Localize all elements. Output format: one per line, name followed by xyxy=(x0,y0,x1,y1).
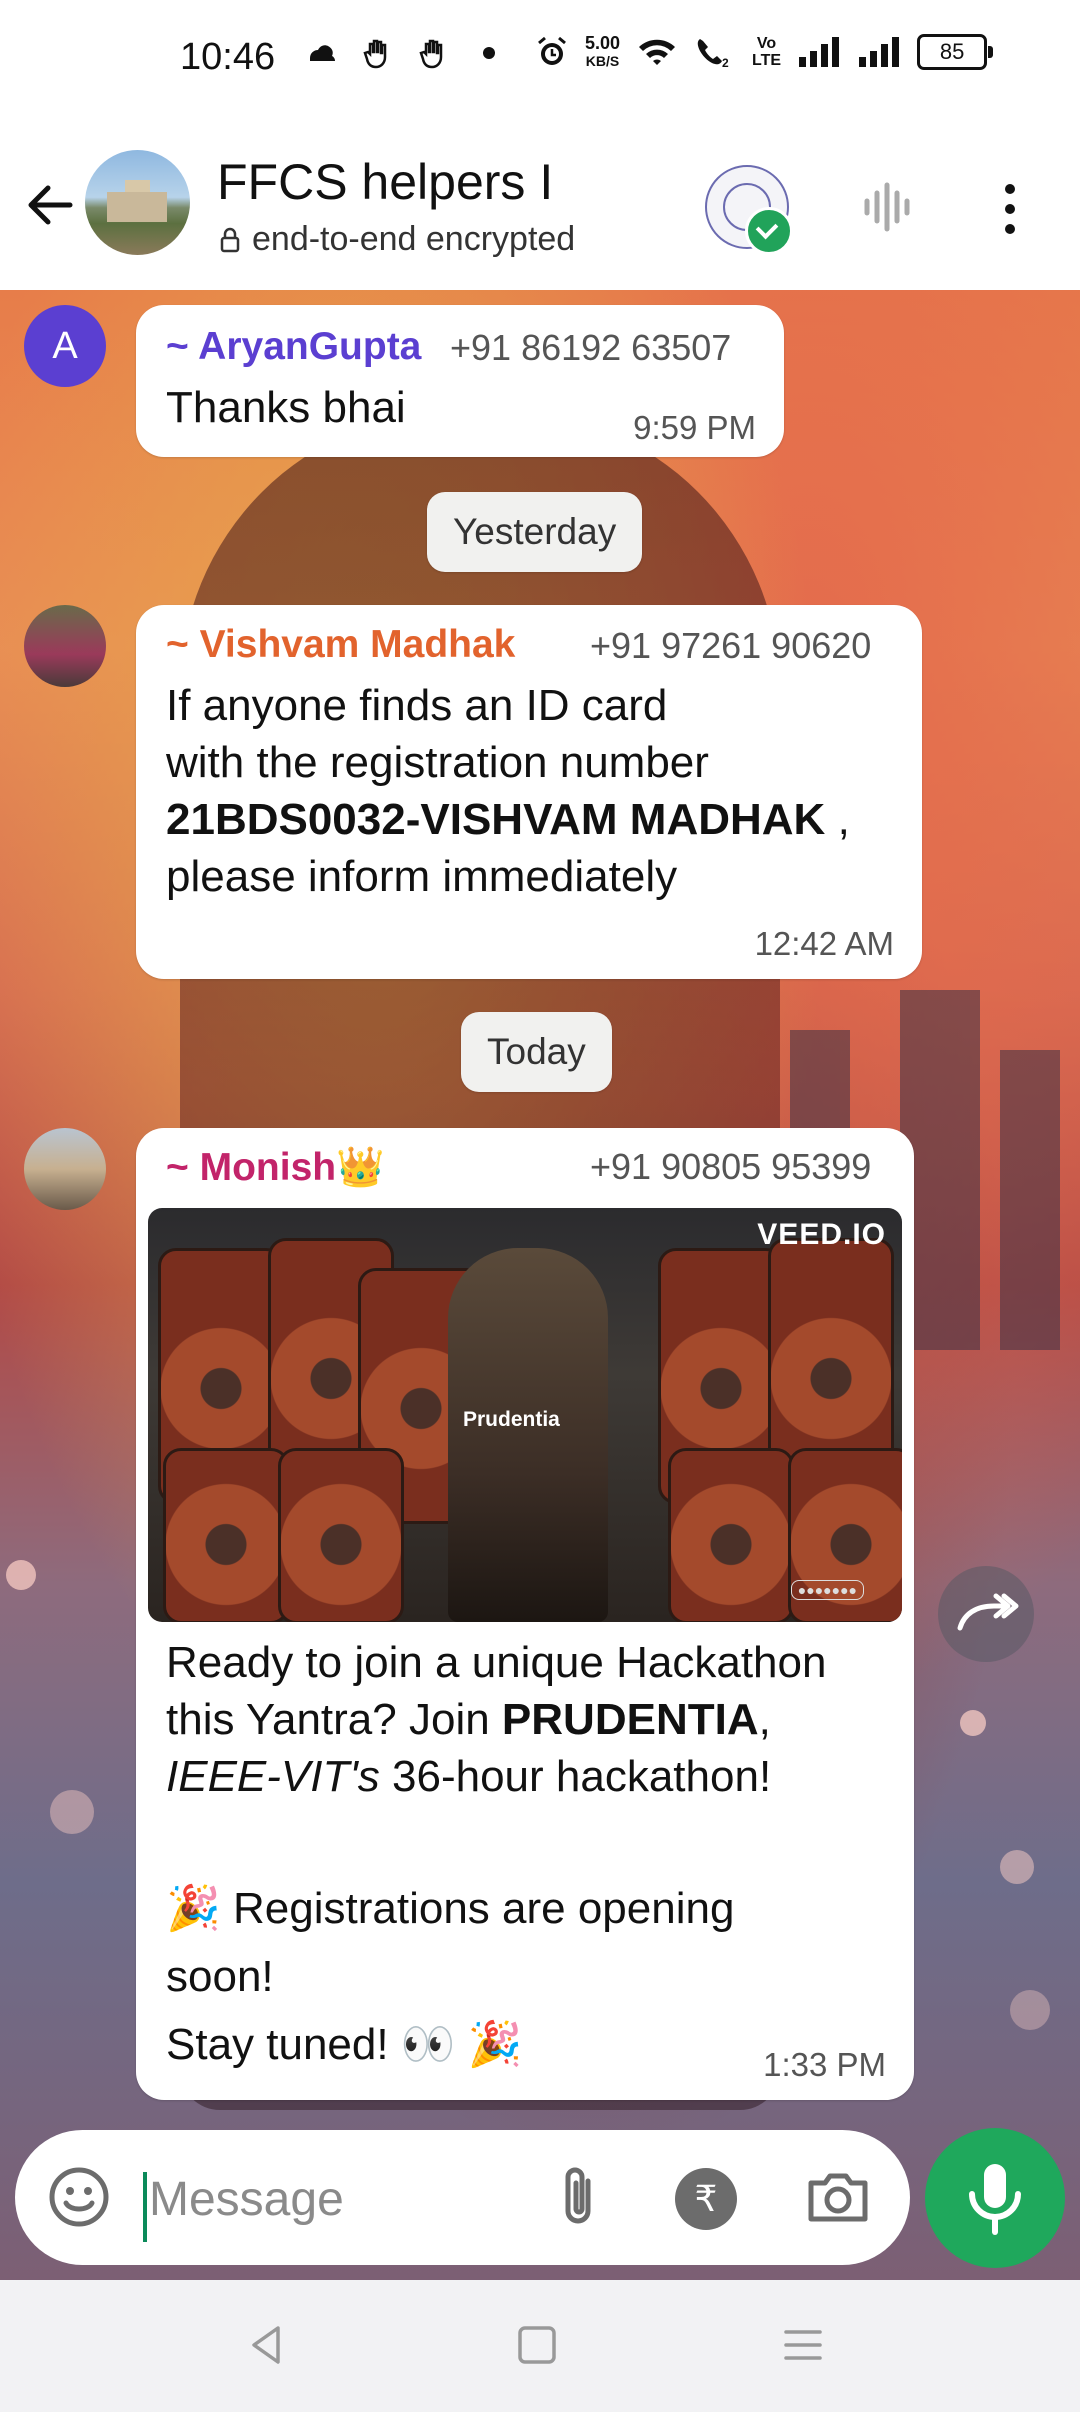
network-speed-value: 5.00 xyxy=(585,33,621,53)
message-line: 🎉 Registrations are opening xyxy=(166,1884,735,1933)
voice-message-button[interactable] xyxy=(925,2128,1065,2268)
date-chip-today: Today xyxy=(461,1012,612,1092)
alarm-icon xyxy=(538,36,566,65)
sender-phone: +91 97261 90620 xyxy=(590,625,872,666)
mic-icon xyxy=(969,2164,1021,2235)
group-avatar[interactable] xyxy=(85,150,190,255)
message-line-suffix: , xyxy=(758,1695,771,1744)
camera-icon[interactable] xyxy=(805,2165,871,2229)
sender-phone: +91 86192 63507 xyxy=(450,327,732,368)
encryption-label: end-to-end encrypted xyxy=(252,220,576,258)
message-bubble[interactable]: ~ Monish👑 +91 90805 95399 VEED.IO Pruden… xyxy=(136,1128,914,2100)
emoji-icon[interactable] xyxy=(47,2165,111,2229)
encryption-status[interactable]: end-to-end encrypted xyxy=(220,220,575,259)
message-time: 1:33 PM xyxy=(763,2046,886,2083)
hackathon-name: PRUDENTIA xyxy=(501,1695,759,1744)
svg-text:2: 2 xyxy=(722,56,729,69)
video-thumbnail[interactable]: VEED.IO Prudentia ●●●●●●● xyxy=(148,1208,902,1622)
forward-icon xyxy=(957,1593,1019,1631)
message-line: this Yantra? Join PRUDENTIA, xyxy=(166,1691,826,1748)
message-line: Ready to join a unique Hackathon xyxy=(166,1638,827,1687)
nav-back-icon[interactable] xyxy=(242,2320,292,2370)
hand-icon xyxy=(419,39,443,69)
avatar[interactable] xyxy=(24,605,106,687)
network-speed: 5.00 KB/S xyxy=(585,34,620,70)
message-composer: ₹ xyxy=(15,2130,910,2265)
signal-icon xyxy=(799,37,840,67)
message-line: If anyone finds an ID card xyxy=(166,681,668,730)
avatar[interactable]: A xyxy=(24,305,106,387)
lock-icon xyxy=(220,227,240,252)
nav-recents-icon[interactable] xyxy=(778,2320,828,2370)
avatar[interactable] xyxy=(24,1128,106,1210)
back-arrow-icon[interactable] xyxy=(20,175,80,235)
signal-icon-2 xyxy=(859,37,900,67)
notification-icons xyxy=(305,36,495,70)
sender-name[interactable]: ~ AryanGupta xyxy=(166,325,421,369)
status-time: 10:46 xyxy=(180,36,276,78)
video-stamp: ●●●●●●● xyxy=(790,1580,864,1600)
forward-button[interactable] xyxy=(938,1566,1034,1662)
weather-icon xyxy=(310,45,335,61)
message-line: please inform immediately xyxy=(166,852,678,901)
date-chip-yesterday: Yesterday xyxy=(427,492,643,572)
message-line-suffix: , xyxy=(825,795,850,844)
system-nav-bar xyxy=(0,2280,1080,2412)
more-options-icon[interactable] xyxy=(995,177,1025,241)
volte-indicator: Vo LTE xyxy=(752,35,782,69)
group-title[interactable]: FFCS helpers I xyxy=(217,153,553,211)
verified-icon xyxy=(745,207,793,255)
registration-number: 21BDS0032-VISHVAM MADHAK xyxy=(166,795,826,844)
message-bubble[interactable]: ~ Vishvam Madhak +91 97261 90620 If anyo… xyxy=(136,605,922,979)
message-line: Stay tuned! 👀 🎉 xyxy=(166,2020,523,2069)
hand-icon xyxy=(363,39,387,69)
sender-name[interactable]: ~ Vishvam Madhak xyxy=(166,623,515,667)
wifi-calling-icon: 2 xyxy=(697,39,729,69)
message-line: IEEE-VIT's 36-hour hackathon! xyxy=(166,1748,826,1805)
sender-name[interactable]: ~ Monish👑 xyxy=(166,1144,385,1190)
nav-home-icon[interactable] xyxy=(512,2320,562,2370)
video-watermark: VEED.IO xyxy=(757,1218,886,1251)
network-speed-unit: KB/S xyxy=(585,53,620,69)
message-text: If anyone finds an ID card with the regi… xyxy=(166,677,850,905)
rupee-icon[interactable]: ₹ xyxy=(675,2168,737,2230)
sender-phone: +91 90805 95399 xyxy=(590,1146,872,1187)
chat-header: FFCS helpers I end-to-end encrypted xyxy=(0,125,1080,291)
video-caption: Prudentia xyxy=(463,1408,560,1431)
message-bubble[interactable]: ~ AryanGupta +91 86192 63507 Thanks bhai… xyxy=(136,305,784,457)
more-notifications-dot xyxy=(483,47,495,59)
message-line: with the registration number xyxy=(166,738,709,787)
system-icons: 5.00 KB/S 2 Vo LTE 85 xyxy=(535,34,994,70)
message-text: Ready to join a unique Hackathon this Ya… xyxy=(166,1634,826,2079)
message-input[interactable] xyxy=(147,2158,531,2240)
message-line-prefix: this Yantra? Join xyxy=(166,1695,502,1744)
battery-indicator: 85 xyxy=(917,34,994,70)
message-time: 9:59 PM xyxy=(633,409,756,446)
attach-icon[interactable] xyxy=(550,2165,610,2229)
audio-call-icon[interactable] xyxy=(855,175,919,239)
message-line: 21BDS0032-VISHVAM MADHAK , xyxy=(166,791,850,848)
status-bar: 10:46 5.00 KB/S 2 Vo LTE 85 xyxy=(0,0,1080,125)
organizer-name: IEEE-VIT's xyxy=(166,1752,380,1801)
message-text: Thanks bhai xyxy=(166,383,406,432)
message-line: soon! xyxy=(166,1952,274,2001)
wifi-icon xyxy=(639,39,676,65)
message-line-suffix: 36-hour hackathon! xyxy=(379,1752,772,1801)
message-time: 12:42 AM xyxy=(754,925,894,962)
